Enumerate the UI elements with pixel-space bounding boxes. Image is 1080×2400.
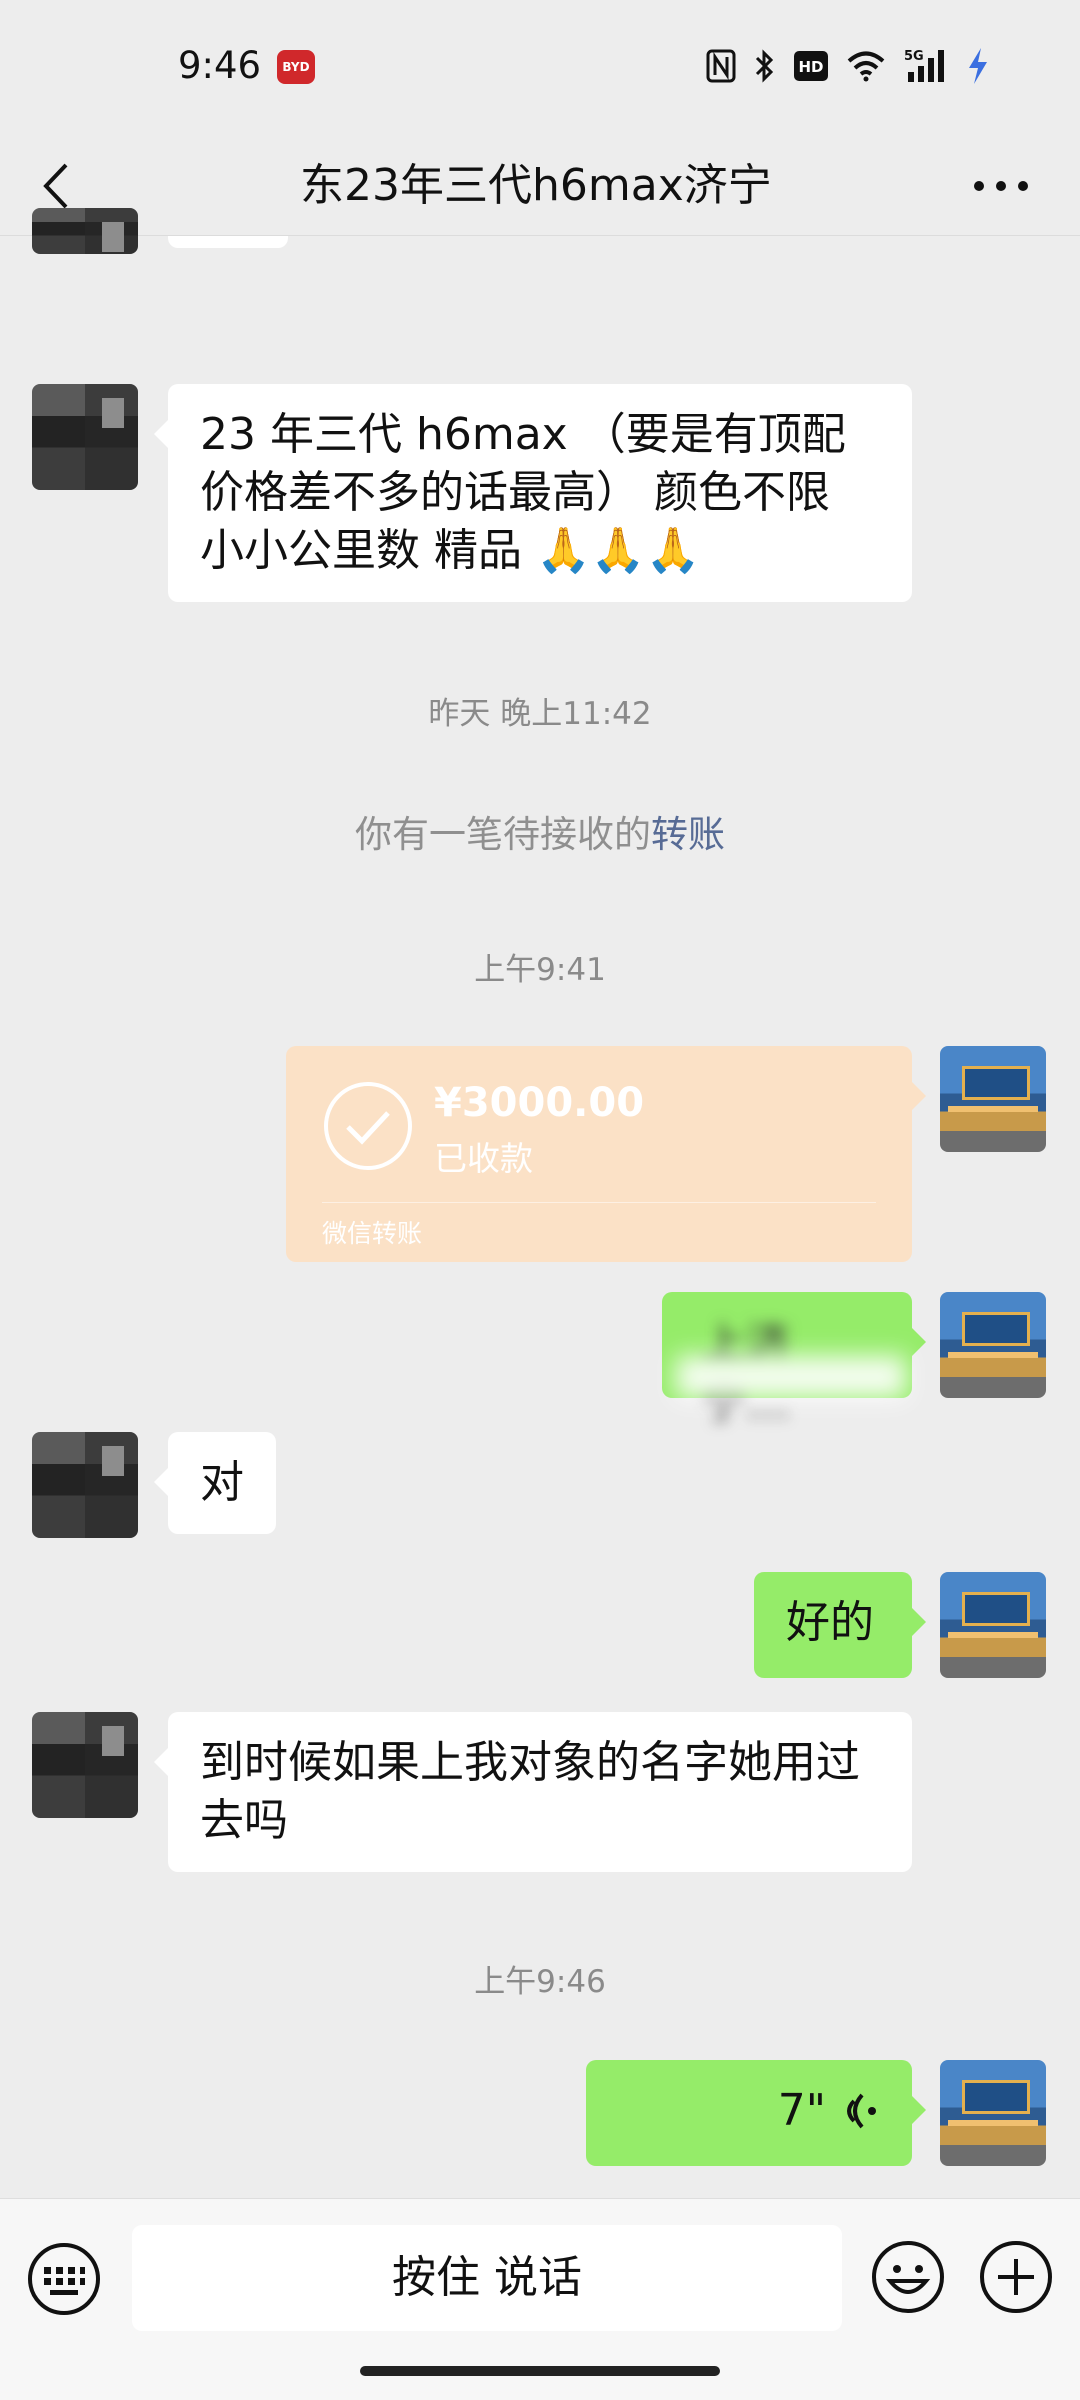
more-options-button[interactable] — [966, 136, 1036, 236]
emoji-icon[interactable] — [870, 2239, 946, 2315]
more-dots-icon — [974, 181, 1028, 191]
hd-icon: HD — [794, 51, 828, 81]
timestamp: 上午9:46 — [474, 1964, 606, 2000]
message-bubble-peer[interactable]: 对 — [154, 1432, 276, 1534]
svg-text:HD: HD — [798, 58, 823, 76]
bluetooth-icon — [755, 49, 774, 83]
avatar-self[interactable] — [940, 1292, 1046, 1398]
timestamp: 昨天 晚上11:42 — [428, 696, 652, 732]
charging-icon — [969, 48, 987, 84]
message-bubble-self[interactable]: 好的 — [754, 1572, 926, 1678]
status-bar: 9:46 BYD HD 5G — [0, 0, 1080, 136]
avatar-peer[interactable] — [32, 384, 138, 490]
wifi-icon — [847, 51, 885, 82]
avatar-self[interactable] — [940, 1046, 1046, 1152]
keyboard-icon[interactable] — [26, 2241, 102, 2317]
avatar-self[interactable] — [940, 2060, 1046, 2166]
chevron-left-icon — [43, 163, 68, 209]
transfer-divider — [322, 1202, 876, 1203]
app-badge-icon: BYD — [277, 50, 315, 84]
transfer-label: 微信转账 — [322, 1219, 423, 1248]
signal-5g-icon: 5G — [904, 49, 944, 82]
voice-wave-icon — [847, 2093, 876, 2129]
hold-to-talk-button[interactable]: 按住 说话 — [132, 2225, 842, 2331]
partial-message-bubble — [168, 236, 288, 248]
message-bubble-peer[interactable]: 到时候如果上我对象的名字她用过去吗 — [154, 1712, 912, 1872]
plus-icon[interactable] — [978, 2239, 1054, 2315]
transfer-amount: ¥3000.00 — [434, 1080, 645, 1126]
chat-header: 东23年三代h6max济宁 — [0, 136, 1080, 236]
avatar-peer[interactable] — [32, 1432, 138, 1538]
voice-content: 7" — [618, 2082, 880, 2140]
status-icons: HD 5G — [706, 44, 990, 88]
system-note: 你有一笔待接收的转账 — [0, 804, 1080, 858]
avatar-peer[interactable] — [32, 208, 138, 254]
avatar-self[interactable] — [940, 1572, 1046, 1678]
voice-message-bubble[interactable]: 7" — [586, 2060, 926, 2166]
avatar-peer[interactable] — [32, 1712, 138, 1818]
transfer-card[interactable]: ¥3000.00 已收款 微信转账 — [286, 1046, 926, 1262]
system-note-text: 你有一笔待接收的 — [355, 813, 651, 856]
svg-text:5G: 5G — [904, 49, 924, 64]
message-bubble-peer[interactable]: 23 年三代 h6max （要是有顶配价格差不多的话最高） 颜色不限 小小公里数… — [154, 384, 912, 602]
timestamp: 上午9:41 — [474, 952, 606, 988]
chat-title: 东23年三代h6max济宁 — [300, 160, 772, 211]
status-time: 9:46 — [178, 44, 262, 87]
voice-duration: 7" — [777, 2085, 826, 2136]
transfer-status: 已收款 — [434, 1139, 533, 1178]
nfc-icon — [706, 49, 736, 83]
home-indicator[interactable] — [360, 2366, 720, 2376]
redaction-blur — [676, 1356, 906, 1398]
check-circle-icon — [324, 1082, 412, 1170]
transfer-link[interactable]: 转账 — [651, 813, 725, 856]
